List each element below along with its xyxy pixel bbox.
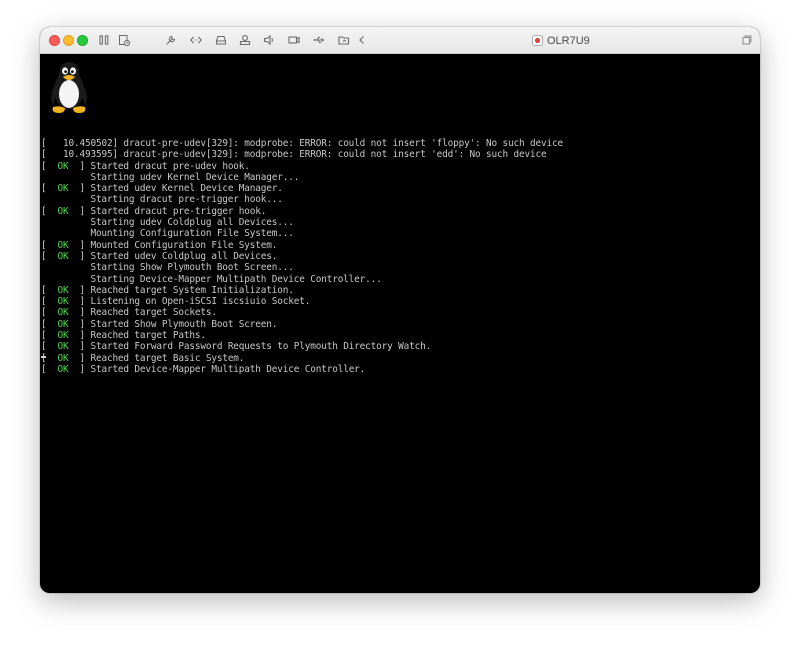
console-line-text: ] Started udev Coldplug all Devices. xyxy=(68,250,278,262)
console-line-text: ] Started dracut pre-udev hook. xyxy=(68,160,250,172)
ok-status: OK xyxy=(57,307,69,319)
console-line-text: ] Started Forward Password Requests to P… xyxy=(68,341,432,353)
console-line-prefix: [ xyxy=(41,138,63,149)
console-line-text: Starting udev Kernel Device Manager... xyxy=(41,171,300,183)
tux-penguin-logo xyxy=(51,62,87,113)
text-cursor xyxy=(41,356,46,358)
disk-icon[interactable] xyxy=(214,33,228,47)
console-line-text: ] Reached target Paths. xyxy=(68,330,206,342)
console-line-text: ] Started dracut pre-trigger hook. xyxy=(68,205,267,217)
ok-status: OK xyxy=(57,239,69,251)
printer-icon[interactable] xyxy=(238,33,252,47)
console-line-prefix: [ xyxy=(41,296,58,308)
console-line-prefix: [ xyxy=(41,363,58,375)
vm-console-screen[interactable]: [ 10.450502] dracut-pre-udev[329]: modpr… xyxy=(40,54,760,593)
console-line-prefix: [ xyxy=(41,250,58,262)
pause-icon[interactable] xyxy=(97,33,111,47)
zoom-button[interactable] xyxy=(77,35,88,46)
ok-status: OK xyxy=(57,183,69,195)
title-bar[interactable]: OLR7U9 xyxy=(40,27,760,54)
console-line: [ OK ] Started udev Coldplug all Devices… xyxy=(41,251,563,262)
close-button[interactable] xyxy=(49,35,60,46)
console-line-text: ] Started Device-Mapper Multipath Device… xyxy=(68,363,366,375)
camera-icon[interactable] xyxy=(287,33,301,47)
console-line-prefix: [ xyxy=(41,239,58,251)
console-line: [ OK ] Reached target Basic System. xyxy=(41,353,563,364)
console-line: [ 10.450502] dracut-pre-udev[329]: modpr… xyxy=(41,138,563,149)
ok-status: OK xyxy=(57,296,69,308)
console-line: Starting dracut pre-trigger hook... xyxy=(41,194,563,205)
console-line-text: ] Listening on Open-iSCSI iscsiuio Socke… xyxy=(68,296,311,308)
console-line-text: Starting dracut pre-trigger hook... xyxy=(41,194,283,206)
console-line: [ OK ] Started Forward Password Requests… xyxy=(41,341,563,352)
code-arrows-icon[interactable] xyxy=(189,33,203,47)
console-line-text: Starting Device-Mapper Multipath Device … xyxy=(41,273,382,285)
console-line-text: ] Reached target Basic System. xyxy=(68,352,245,364)
speaker-icon[interactable] xyxy=(262,33,276,47)
console-line: [ OK ] Reached target Paths. xyxy=(41,330,563,341)
console-line-text: Starting udev Coldplug all Devices... xyxy=(41,217,294,229)
back-chevron-icon[interactable] xyxy=(355,33,369,47)
console-line: [ OK ] Listening on Open-iSCSI iscsiuio … xyxy=(41,296,563,307)
console-line-text: ] Reached target System Initialization. xyxy=(68,284,294,296)
console-line: Starting udev Kernel Device Manager... xyxy=(41,172,563,183)
console-line: [ OK ] Started dracut pre-udev hook. xyxy=(41,161,563,172)
console-line: [ OK ] Reached target System Initializat… xyxy=(41,285,563,296)
console-line-text: Starting Show Plymouth Boot Screen... xyxy=(41,262,294,274)
console-line-prefix: [ xyxy=(41,284,58,296)
console-line-prefix: [ xyxy=(41,330,58,342)
console-line-text: ] Reached target Sockets. xyxy=(68,307,217,319)
console-line-prefix: [ xyxy=(41,149,63,161)
console-line-prefix: [ xyxy=(41,307,58,319)
minimize-button[interactable] xyxy=(63,35,74,46)
settings-wrench-icon[interactable] xyxy=(164,33,178,47)
ok-status: OK xyxy=(57,330,69,342)
ok-status: OK xyxy=(57,341,69,353)
console-line-prefix: [ xyxy=(41,183,58,195)
console-line: Starting udev Coldplug all Devices... xyxy=(41,217,563,228)
console-line: [ OK ] Started udev Kernel Device Manage… xyxy=(41,183,563,194)
ok-status: OK xyxy=(57,160,69,172)
console-line: Starting Device-Mapper Multipath Device … xyxy=(41,274,563,285)
console-line-text: ] Started udev Kernel Device Manager. xyxy=(68,183,283,195)
window-title-text: OLR7U9 xyxy=(547,34,590,47)
vm-window: OLR7U9 [ 10.450502] dracut-pre-udev[329]… xyxy=(40,27,760,593)
console-line-text: 10.493595] dracut-pre-udev[329]: modprob… xyxy=(62,149,547,161)
folder-share-icon[interactable] xyxy=(337,33,351,47)
usb-icon[interactable] xyxy=(312,33,326,47)
console-line-prefix: [ xyxy=(41,205,58,217)
boot-log: [ 10.450502] dracut-pre-udev[329]: modpr… xyxy=(41,138,563,375)
ok-status: OK xyxy=(57,284,69,296)
fullscreen-icon[interactable] xyxy=(740,33,754,47)
console-line-prefix: [ xyxy=(41,160,58,172)
window-title: OLR7U9 xyxy=(532,33,590,48)
console-line: Starting Show Plymouth Boot Screen... xyxy=(41,262,563,273)
console-line: Mounting Configuration File System... xyxy=(41,228,563,239)
ok-status: OK xyxy=(57,318,69,330)
console-line-prefix: [ xyxy=(41,318,58,330)
console-line: [ OK ] Started Show Plymouth Boot Screen… xyxy=(41,319,563,330)
console-line: [ OK ] Started Device-Mapper Multipath D… xyxy=(41,364,563,375)
console-line: [ OK ] Started dracut pre-trigger hook. xyxy=(41,206,563,217)
console-line-prefix: [ xyxy=(41,352,58,364)
ok-status: OK xyxy=(57,205,69,217)
ok-status: OK xyxy=(57,352,69,364)
console-line-text: 10.450502] dracut-pre-udev[329]: modprob… xyxy=(62,138,563,149)
vm-app-icon xyxy=(532,35,543,46)
console-line: [ OK ] Mounted Configuration File System… xyxy=(41,240,563,251)
console-line: [ OK ] Reached target Sockets. xyxy=(41,307,563,318)
ok-status: OK xyxy=(57,250,69,262)
console-line-text: ] Started Show Plymouth Boot Screen. xyxy=(68,318,278,330)
console-line: [ 10.493595] dracut-pre-udev[329]: modpr… xyxy=(41,149,563,160)
snapshot-icon[interactable] xyxy=(117,33,131,47)
console-line-prefix: [ xyxy=(41,341,58,353)
console-line-text: Mounting Configuration File System... xyxy=(41,228,294,240)
ok-status: OK xyxy=(57,363,69,375)
console-line-text: ] Mounted Configuration File System. xyxy=(68,239,278,251)
